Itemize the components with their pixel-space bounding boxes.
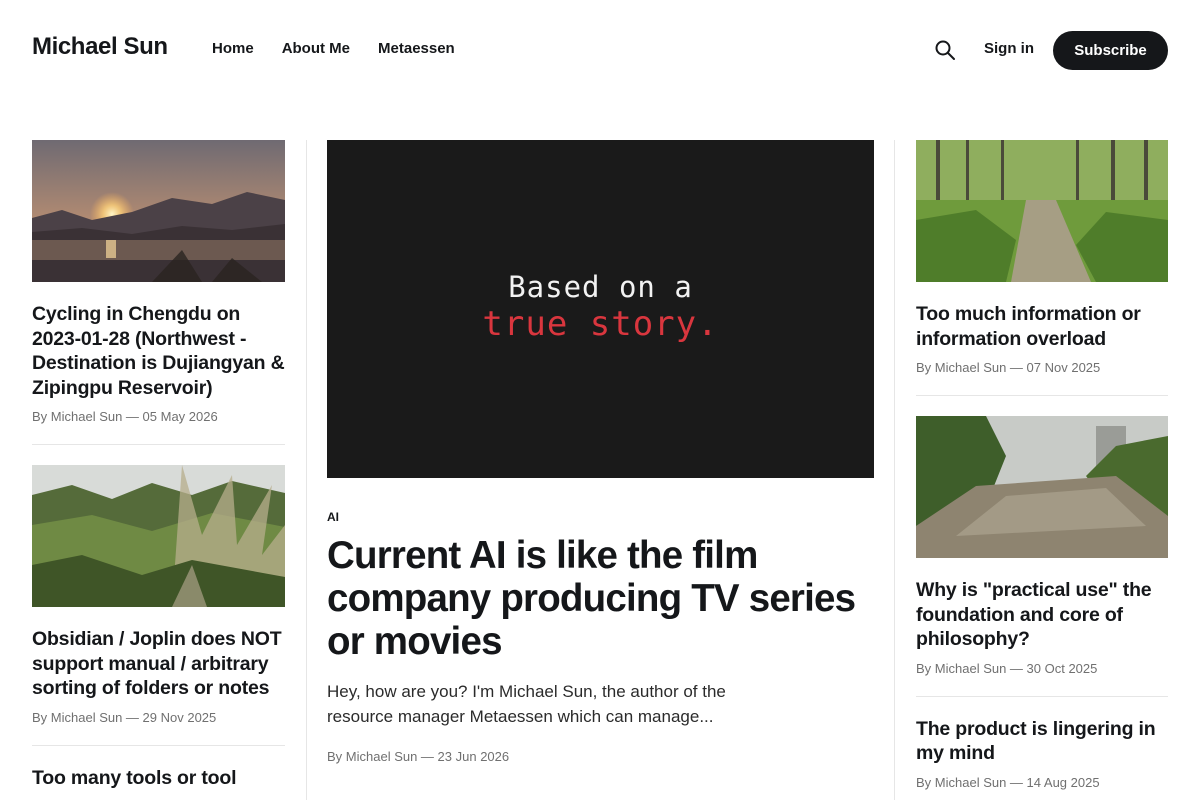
post-meta: By Michael Sun — 07 Nov 2025 (916, 360, 1101, 375)
featured-image-text-line1: Based on a (508, 270, 693, 304)
featured-post[interactable]: Based on a true story. AI Current AI is … (327, 140, 874, 764)
sign-in-link[interactable]: Sign in (984, 40, 1034, 57)
post-card[interactable]: Obsidian / Joplin does NOT support manua… (32, 465, 285, 725)
post-card[interactable]: Too much information or information over… (916, 140, 1168, 375)
post-card[interactable]: Why is "practical use" the foundation an… (916, 416, 1168, 676)
featured-image-text-line2: true story. (482, 304, 719, 344)
site-header: Michael Sun Home About Me Metaessen Sign… (0, 0, 1200, 100)
divider (916, 695, 1168, 697)
divider (916, 395, 1168, 396)
featured-column: Based on a true story. AI Current AI is … (327, 140, 874, 764)
post-thumbnail-grass-path[interactable] (32, 465, 285, 607)
post-thumbnail-sunset-lake[interactable] (32, 140, 285, 282)
post-thumbnail-river[interactable] (916, 416, 1168, 558)
post-card[interactable]: The product is lingering in my mind By M… (916, 717, 1168, 790)
post-meta: By Michael Sun — 30 Oct 2025 (916, 660, 1098, 676)
post-tag[interactable]: AI (327, 510, 874, 524)
post-meta: By Michael Sun — 29 Nov 2025 (32, 709, 217, 725)
featured-post-meta: By Michael Sun — 23 Jun 2026 (327, 749, 510, 764)
post-title[interactable]: Too much information or information over… (916, 302, 1168, 351)
nav-item-about-me[interactable]: About Me (282, 40, 350, 57)
right-column: Too much information or information over… (916, 140, 1168, 790)
site-title[interactable]: Michael Sun (32, 33, 168, 61)
main-nav: Home About Me Metaessen (212, 40, 455, 57)
column-divider-left (306, 140, 307, 800)
nav-item-home[interactable]: Home (212, 40, 254, 57)
post-card[interactable]: Cycling in Chengdu on 2023-01-28 (Northw… (32, 140, 285, 424)
search-icon[interactable] (934, 39, 956, 61)
post-title[interactable]: Obsidian / Joplin does NOT support manua… (32, 627, 285, 701)
featured-image[interactable]: Based on a true story. (327, 140, 874, 478)
nav-item-metaessen[interactable]: Metaessen (378, 40, 455, 57)
post-title[interactable]: The product is lingering in my mind (916, 717, 1168, 766)
post-meta: By Michael Sun — 14 Aug 2025 (916, 774, 1100, 790)
featured-post-excerpt: Hey, how are you? I'm Michael Sun, the a… (327, 682, 726, 726)
post-meta: By Michael Sun — 05 May 2026 (32, 409, 218, 424)
column-divider-right (894, 140, 895, 800)
left-column: Cycling in Chengdu on 2023-01-28 (Northw… (32, 140, 285, 790)
subscribe-button[interactable]: Subscribe (1053, 31, 1168, 70)
post-title[interactable]: Too many tools or tool (32, 766, 285, 791)
featured-post-title[interactable]: Current AI is like the film company prod… (327, 534, 874, 663)
post-thumbnail-forest-path[interactable] (916, 140, 1168, 282)
divider (32, 444, 285, 445)
post-title[interactable]: Cycling in Chengdu on 2023-01-28 (Northw… (32, 302, 285, 400)
post-card[interactable]: Too many tools or tool (32, 766, 285, 791)
divider (32, 744, 285, 746)
post-title[interactable]: Why is "practical use" the foundation an… (916, 578, 1168, 652)
